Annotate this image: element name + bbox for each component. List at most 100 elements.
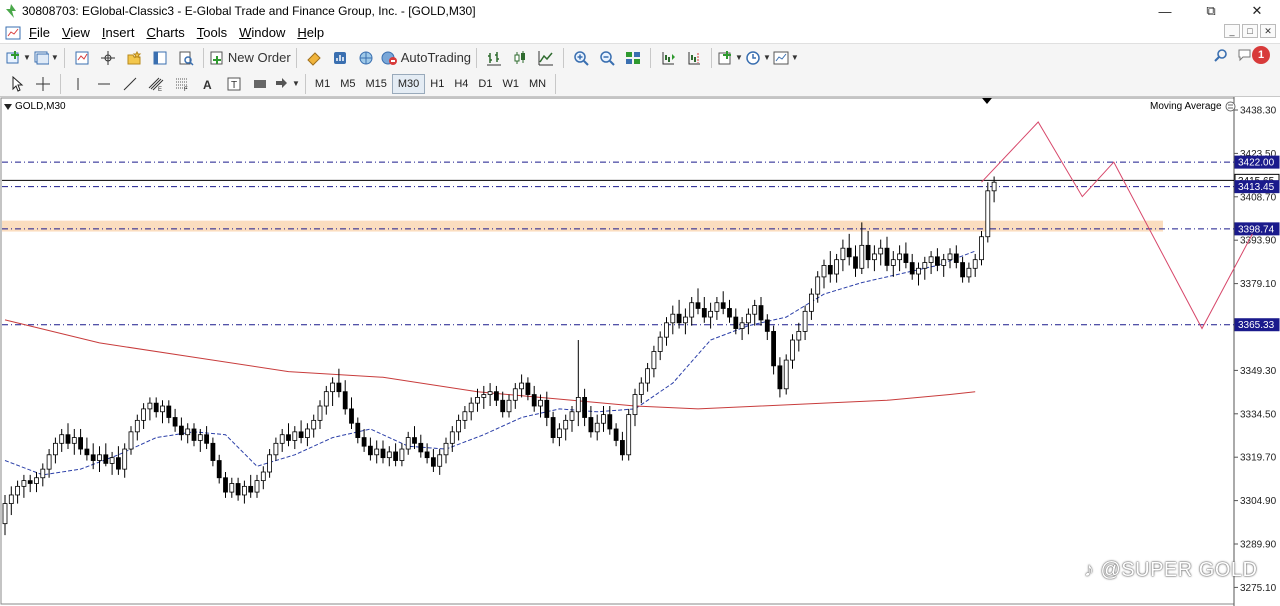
templates-button[interactable]: ▼ xyxy=(773,47,799,69)
candle-body xyxy=(569,411,575,421)
timeframe-m5[interactable]: M5 xyxy=(335,74,360,94)
cursor-icon xyxy=(12,75,24,92)
timeframe-m30[interactable]: M30 xyxy=(391,73,426,94)
timeframe-m15[interactable]: M15 xyxy=(360,74,391,94)
menu-window[interactable]: Window xyxy=(233,22,291,43)
mdi-minimize-button[interactable]: _ xyxy=(1224,24,1240,38)
candle-body xyxy=(796,331,802,341)
candle-body xyxy=(468,402,474,413)
channel-button[interactable]: E xyxy=(144,73,168,95)
metaeditor-button[interactable] xyxy=(302,47,326,69)
triangle-down-icon[interactable] xyxy=(4,103,12,111)
line-chart-icon xyxy=(538,50,554,65)
dropdown-arrow-icon: ▼ xyxy=(735,53,743,62)
watermark-text: @SUPER GOLD xyxy=(1100,559,1258,581)
timeframe-m1[interactable]: M1 xyxy=(310,74,335,94)
vertical-line-button[interactable] xyxy=(66,73,90,95)
terminal-button[interactable] xyxy=(148,47,172,69)
candle-body xyxy=(229,483,235,493)
menu-view[interactable]: View xyxy=(56,22,96,43)
candle-body xyxy=(651,351,657,370)
candle-body xyxy=(122,448,128,470)
profiles-button[interactable]: ▼ xyxy=(33,47,59,69)
candle-body xyxy=(405,437,411,450)
indicator-settings-icon[interactable] xyxy=(1225,101,1236,112)
notifications-button[interactable]: 1 xyxy=(1238,46,1270,64)
candle-body xyxy=(588,417,594,433)
zoom-in-button[interactable] xyxy=(569,47,593,69)
timeframe-h4[interactable]: H4 xyxy=(449,74,473,94)
menu-charts[interactable]: Charts xyxy=(140,22,190,43)
menu-insert[interactable]: Insert xyxy=(96,22,141,43)
candle-body xyxy=(758,305,764,321)
fibonacci-button[interactable]: F xyxy=(170,73,194,95)
text-label-button[interactable]: T xyxy=(222,73,246,95)
navigator-button[interactable] xyxy=(122,47,146,69)
auto-scroll-button[interactable] xyxy=(656,47,680,69)
candle-body xyxy=(941,259,947,266)
mdi-controls: _ □ ✕ xyxy=(1224,24,1276,38)
tile-windows-icon xyxy=(626,51,641,64)
market-button[interactable] xyxy=(354,47,378,69)
line-chart-button[interactable] xyxy=(534,47,558,69)
timeframe-w1[interactable]: W1 xyxy=(497,74,524,94)
candle-body xyxy=(991,181,997,192)
candle-body xyxy=(890,259,896,266)
toolbar-separator xyxy=(563,47,565,68)
minimize-button[interactable]: — xyxy=(1142,0,1188,22)
y-tick-label: 3275.10 xyxy=(1240,583,1277,594)
restore-button[interactable]: ⧉ xyxy=(1188,0,1234,22)
rectangle-button[interactable] xyxy=(248,73,272,95)
tile-windows-button[interactable] xyxy=(621,47,645,69)
candle-body xyxy=(594,422,600,433)
trendline-button[interactable] xyxy=(118,73,142,95)
price-chart[interactable]: 3438.303423.503408.703393.903379.103364.… xyxy=(0,97,1280,606)
mdi-restore-button[interactable]: □ xyxy=(1242,24,1258,38)
bar-chart-button[interactable] xyxy=(482,47,506,69)
indicators-button[interactable]: ▼ xyxy=(717,47,743,69)
candle-body xyxy=(897,253,902,261)
new-chart-button[interactable]: ▼ xyxy=(5,47,31,69)
candle-body xyxy=(475,397,480,404)
cursor-button[interactable] xyxy=(5,73,29,95)
text-button[interactable]: A xyxy=(196,73,220,95)
dropdown-arrow-icon: ▼ xyxy=(50,53,59,62)
y-tick-label: 3408.70 xyxy=(1240,192,1277,203)
zoom-out-button[interactable] xyxy=(595,47,619,69)
menu-help[interactable]: Help xyxy=(291,22,330,43)
mdi-close-button[interactable]: ✕ xyxy=(1260,24,1276,38)
data-window-button[interactable] xyxy=(96,47,120,69)
candle-body xyxy=(689,302,695,318)
signals-button[interactable] xyxy=(328,47,352,69)
chart-shift-button[interactable] xyxy=(682,47,706,69)
notification-badge: 1 xyxy=(1252,46,1270,64)
metaeditor-icon xyxy=(306,51,321,66)
arrows-button[interactable]: ▼ xyxy=(274,73,300,95)
timeframe-d1[interactable]: D1 xyxy=(473,74,497,94)
candle-body xyxy=(286,434,291,441)
close-button[interactable]: ✕ xyxy=(1234,0,1280,22)
candlestick-chart-button[interactable] xyxy=(508,47,532,69)
strategy-tester-button[interactable] xyxy=(174,47,198,69)
candle-body xyxy=(147,402,153,410)
crosshair-button[interactable] xyxy=(31,73,55,95)
new-order-button[interactable]: New Order xyxy=(209,47,291,69)
svg-text:E: E xyxy=(158,87,162,92)
market-watch-button[interactable] xyxy=(70,47,94,69)
toolbar-separator xyxy=(63,47,65,68)
autotrading-button[interactable]: AutoTrading xyxy=(380,47,471,69)
candle-body xyxy=(916,267,921,275)
candle-body xyxy=(191,428,197,441)
horizontal-line-button[interactable] xyxy=(92,73,116,95)
timeframe-h1[interactable]: H1 xyxy=(425,74,449,94)
search-icon[interactable] xyxy=(1214,48,1228,62)
timeframe-mn[interactable]: MN xyxy=(524,74,551,94)
chart-window-icon[interactable] xyxy=(3,24,23,42)
chart-window[interactable]: 3438.303423.503408.703393.903379.103364.… xyxy=(0,97,1280,606)
menu-file[interactable]: File xyxy=(23,22,56,43)
menu-tools[interactable]: Tools xyxy=(191,22,233,43)
chart-shift-marker[interactable] xyxy=(982,98,992,104)
periods-button[interactable]: ▼ xyxy=(745,47,771,69)
candle-body xyxy=(21,480,27,487)
candle-body xyxy=(935,256,940,266)
